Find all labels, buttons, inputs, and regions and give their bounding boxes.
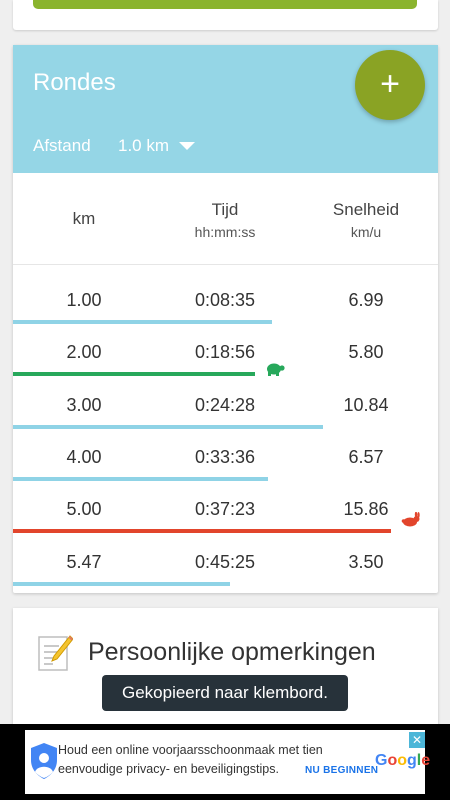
lap-km: 5.47: [66, 551, 102, 572]
laps-title: Rondes: [33, 69, 116, 96]
header-divider: [13, 264, 438, 265]
chevron-down-icon: [179, 142, 196, 150]
notes-title: Persoonlijke opmerkingen: [88, 638, 376, 666]
column-title: Tijd: [211, 200, 239, 219]
turtle-icon: [267, 363, 285, 377]
add-lap-button[interactable]: +: [355, 50, 425, 120]
lap-km: 3.00: [66, 394, 102, 415]
lap-row: 2.00 0:18:56 5.80: [13, 327, 438, 379]
plus-icon: +: [380, 64, 400, 103]
lap-km: 1.00: [66, 290, 102, 310]
previous-card: [13, 0, 438, 30]
shield-user-icon: [31, 743, 57, 779]
lap-speed: 6.99: [348, 290, 384, 310]
laps-header: Rondes + Afstand 1.0 km: [13, 45, 438, 173]
ad-cta-button[interactable]: NU BEGINNEN: [305, 765, 378, 776]
progress-bar: [33, 0, 417, 9]
column-title: Snelheid: [332, 200, 400, 219]
column-title: km: [72, 209, 96, 228]
lap-speed-bar: [13, 529, 392, 534]
lap-row: 5.47 0:45:25 3.50: [13, 537, 438, 589]
distance-value: 1.0 km: [118, 136, 170, 155]
clipboard-toast: Gekopieerd naar klembord.: [102, 675, 348, 711]
lap-speed: 5.80: [348, 342, 384, 363]
lap-speed-bar: [13, 320, 273, 324]
lap-row: 3.00 0:24:28 10.84: [13, 380, 438, 432]
column-header-speed: Snelheid km/u: [296, 200, 436, 240]
column-header-km: km: [14, 200, 154, 229]
lap-km: 4.00: [66, 446, 102, 467]
distance-label: Afstand: [33, 136, 91, 155]
lap-time: 0:18:56: [194, 342, 256, 363]
lap-km: 5.00: [66, 499, 102, 520]
lap-row: 4.00 0:33:36 6.57: [13, 432, 438, 484]
column-unit: hh:mm:ss: [194, 224, 256, 240]
lap-speed-bar: [13, 372, 256, 377]
lap-time: 0:37:23: [194, 499, 256, 520]
lap-speed-bar: [13, 476, 268, 481]
column-header-time: Tijd hh:mm:ss: [155, 200, 295, 240]
lap-time: 0:45:25: [194, 551, 256, 572]
ad-close-icon[interactable]: ✕: [409, 732, 425, 748]
lap-speed: 6.57: [348, 446, 384, 467]
lap-time: 0:08:35: [194, 290, 256, 310]
lap-row: 5.00 0:37:23 15.86: [13, 484, 438, 536]
lap-speed-bar: [13, 424, 324, 429]
lap-row: 1.00 0:08:35 6.99: [13, 275, 438, 327]
notes-card[interactable]: Persoonlijke opmerkingen: [13, 608, 438, 738]
lap-speed: 3.50: [348, 551, 384, 572]
lap-speed-bar: [13, 581, 230, 586]
google-logo: Google: [375, 752, 431, 769]
rabbit-icon: [401, 512, 420, 527]
ad-banner[interactable]: Houd een online voorjaarsschoonmaak met …: [25, 730, 430, 794]
distance-dropdown[interactable]: 1.0 km: [118, 136, 196, 156]
lap-km: 2.00: [66, 342, 102, 363]
laps-card: Rondes + Afstand 1.0 km km Tijd hh:mm:ss…: [13, 45, 438, 593]
lap-speed: 10.84: [343, 394, 389, 415]
lap-time: 0:33:36: [194, 446, 256, 467]
lap-time: 0:24:28: [194, 394, 256, 415]
column-unit: km/u: [350, 224, 382, 240]
notepad-pencil-icon: [38, 635, 73, 671]
ad-line-1: Houd een online voorjaarsschoonmaak met …: [58, 743, 323, 757]
